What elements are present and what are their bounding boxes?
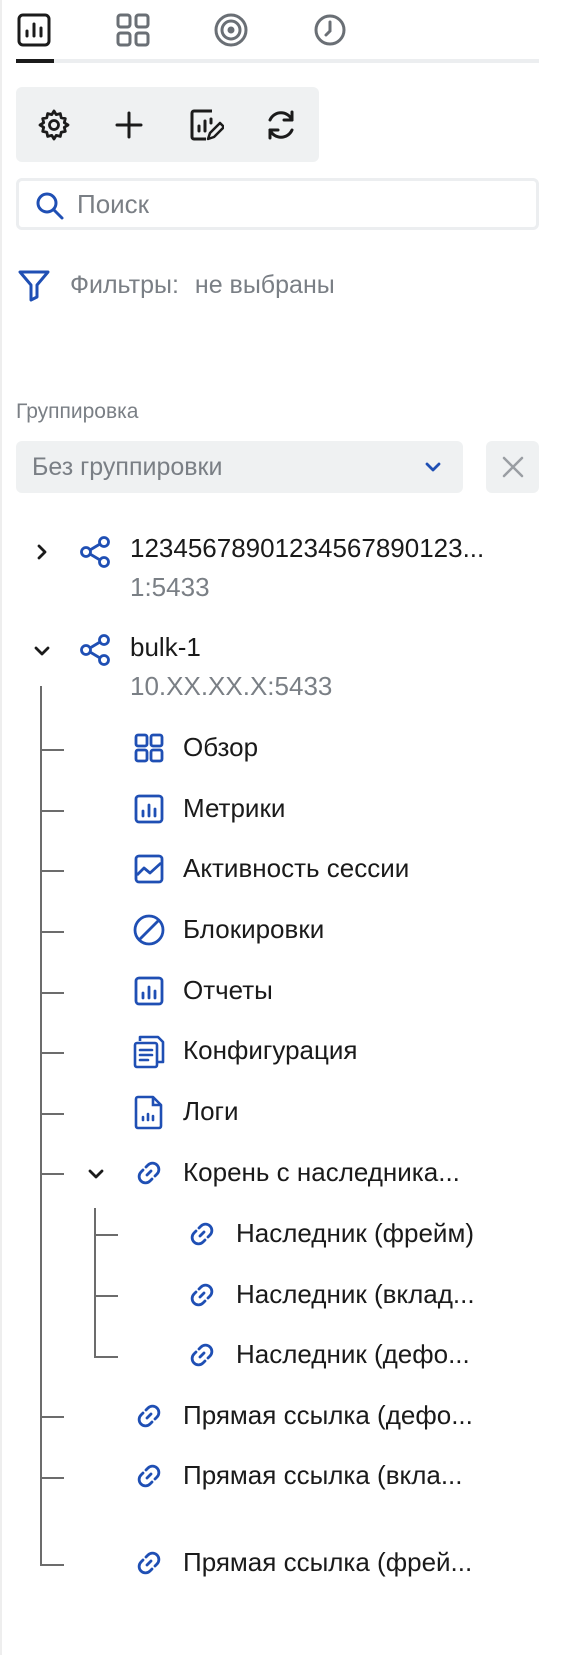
left-border — [0, 0, 2, 1655]
node-1-address: 1:5433 — [130, 572, 210, 602]
chevron-right-icon — [37, 544, 47, 560]
node-2-address: 10.XX.XX.X:5433 — [130, 671, 333, 701]
tree-connector — [40, 870, 64, 872]
tree-connector — [40, 749, 64, 751]
tree-item-label: Наследник (фрейм) — [236, 1218, 474, 1248]
tab-target[interactable] — [211, 8, 251, 52]
collapse-node-2-toggle[interactable] — [28, 637, 56, 665]
filter-icon — [18, 270, 50, 302]
refresh-icon — [268, 110, 294, 140]
node-2-title[interactable]: bulk-1 — [130, 632, 201, 663]
grouping-select[interactable]: Без группировки — [16, 441, 463, 493]
search-input[interactable] — [77, 187, 517, 221]
tree-connector — [40, 1477, 64, 1479]
view-tabs — [16, 0, 539, 64]
blocked-icon — [131, 912, 167, 948]
expand-node-1-toggle[interactable] — [28, 538, 56, 566]
cluster-icon — [79, 535, 113, 569]
chevron-down-icon — [425, 462, 441, 472]
chevron-down-icon — [34, 646, 50, 656]
tab-history[interactable] — [310, 8, 350, 52]
node-1-title[interactable]: 12345678901234567890123... — [130, 533, 484, 564]
close-icon — [502, 456, 523, 478]
tree-item-label: Обзор — [183, 732, 259, 762]
bar-chart-icon — [131, 973, 167, 1009]
target-icon — [214, 13, 248, 47]
tree-connector — [94, 1295, 118, 1297]
search-box — [16, 178, 539, 230]
collapse-root-toggle[interactable] — [82, 1160, 110, 1188]
filters-label: Фильтры: — [70, 270, 179, 299]
area-chart-icon — [131, 851, 167, 887]
bar-chart-icon — [131, 791, 167, 827]
grouping-label: Группировка — [16, 400, 139, 423]
grouping-selected-value: Без группировки — [32, 453, 223, 481]
edit-report-icon — [190, 109, 224, 141]
config-doc-icon — [131, 1033, 167, 1069]
grid-icon — [116, 13, 150, 47]
grid-icon — [131, 730, 167, 766]
tree-connector — [40, 992, 64, 994]
tree-connector — [40, 1416, 64, 1418]
link-icon — [131, 1398, 167, 1434]
tree-connector-vertical — [40, 686, 42, 1566]
link-icon — [184, 1337, 220, 1373]
active-tab-indicator — [16, 59, 54, 63]
tree-item-label: Наследник (вклад... — [236, 1279, 475, 1309]
add-button[interactable] — [109, 105, 149, 145]
plus-icon — [115, 111, 143, 139]
tree-item-label: Отчеты — [183, 975, 273, 1005]
cluster-icon — [79, 633, 113, 667]
filters-value: не выбраны — [194, 270, 335, 299]
link-icon — [184, 1216, 220, 1252]
clock-icon — [314, 14, 346, 46]
search-icon — [36, 192, 64, 220]
tree-connector — [40, 1113, 64, 1115]
toolbar — [16, 87, 319, 162]
tree-connector-vertical — [94, 1208, 96, 1358]
tree-item-label: Конфигурация — [183, 1035, 358, 1065]
grouping-clear-button[interactable] — [486, 441, 539, 493]
link-icon — [131, 1458, 167, 1494]
log-file-icon — [131, 1094, 167, 1130]
tree-item-label: Наследник (дефо... — [236, 1339, 470, 1369]
tree-item-label: Блокировки — [183, 914, 325, 944]
tree-connector — [40, 1564, 64, 1566]
tree-connector — [94, 1356, 118, 1358]
tabs-underline — [16, 59, 539, 63]
tree-item-label: Метрики — [183, 793, 286, 823]
bar-chart-icon — [17, 13, 51, 47]
tree-connector — [40, 1052, 64, 1054]
tree-item-label: Корень с наследника... — [183, 1157, 460, 1187]
filters-summary[interactable]: Фильтры: не выбраны — [16, 265, 335, 305]
tree-item-label: Активность сессии — [183, 853, 410, 883]
tree-connector — [40, 1173, 64, 1175]
refresh-button[interactable] — [261, 105, 301, 145]
tree-item-label: Прямая ссылка (фрей... — [183, 1547, 473, 1577]
gear-icon — [38, 109, 70, 141]
tree-connector — [94, 1234, 118, 1236]
tree-item-label: Прямая ссылка (дефо... — [183, 1400, 473, 1430]
edit-report-button[interactable] — [186, 105, 226, 145]
tree-connector — [40, 931, 64, 933]
link-icon — [131, 1155, 167, 1191]
link-icon — [184, 1277, 220, 1313]
link-icon — [131, 1545, 167, 1581]
chevron-down-icon — [88, 1169, 104, 1179]
tab-metrics[interactable] — [14, 8, 54, 52]
tab-dashboards[interactable] — [113, 8, 153, 52]
tree-connector — [40, 810, 64, 812]
tree-item-label: Прямая ссылка (вкла... — [183, 1460, 463, 1490]
settings-button[interactable] — [34, 105, 74, 145]
tree-item-label: Логи — [183, 1096, 239, 1126]
